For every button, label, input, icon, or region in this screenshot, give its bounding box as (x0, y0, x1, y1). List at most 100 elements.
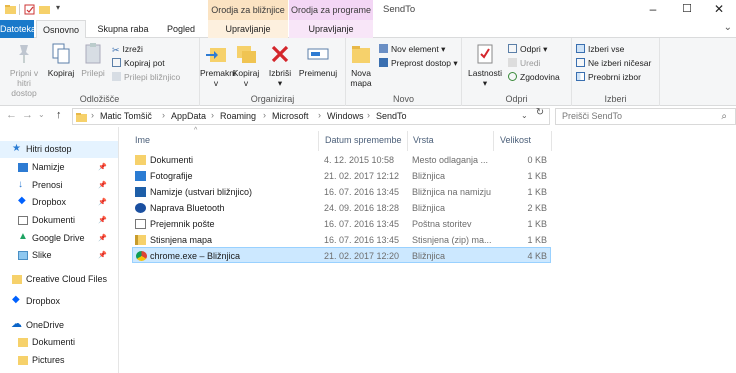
nav-item-onedrive-pictures[interactable]: Pictures (0, 352, 118, 369)
breadcrumb-chevron-icon[interactable]: › (91, 110, 94, 120)
tab-manage-app[interactable]: Upravljanje (289, 20, 373, 38)
column-header-name[interactable]: Ime (135, 135, 150, 145)
copy-button[interactable]: Kopiraj (46, 42, 76, 78)
history-label: Zgodovina (520, 72, 560, 82)
breadcrumb-chevron-icon[interactable]: › (162, 110, 165, 120)
delete-button[interactable]: Izbriši ▾ (264, 42, 296, 88)
table-row[interactable]: chrome.exe – Bližnjica 21. 02. 2017 12:2… (132, 247, 551, 263)
nav-item-documents[interactable]: Dokumenti 📌 (0, 212, 118, 229)
column-divider[interactable] (493, 131, 494, 151)
properties-icon[interactable] (24, 4, 35, 15)
nav-item-google-drive[interactable]: ▲ Google Drive 📌 (0, 230, 118, 247)
nav-item-onedrive[interactable]: ☁ OneDrive (0, 317, 118, 334)
column-header-type[interactable]: Vrsta (413, 135, 434, 145)
search-icon[interactable]: ⌕ (721, 111, 727, 122)
recent-locations-icon[interactable]: ⌄ (38, 110, 45, 119)
breadcrumb-chevron-icon[interactable]: › (318, 110, 321, 120)
invert-selection-button[interactable]: Preobrni izbor (576, 72, 641, 83)
maximize-button[interactable]: ☐ (670, 0, 704, 20)
breadcrumb-chevron-icon[interactable]: › (263, 110, 266, 120)
breadcrumb-sendto[interactable]: SendTo (376, 111, 407, 121)
tab-view[interactable]: Pogled (156, 20, 206, 38)
copy-path-button[interactable]: Kopiraj pot (112, 58, 165, 69)
address-bar[interactable]: › Matic Tomšič › AppData › Roaming › Mic… (72, 108, 550, 125)
column-divider[interactable] (318, 131, 319, 151)
select-all-button[interactable]: Izberi vse (576, 44, 624, 55)
nav-item-downloads[interactable]: ↓ Prenosi 📌 (0, 177, 118, 194)
table-row[interactable]: Namizje (ustvari bližnjico) 16. 07. 2016… (132, 184, 551, 200)
search-box[interactable]: Preišči SendTo ⌕ (555, 108, 736, 125)
new-item-button[interactable]: Nov element ▾ (379, 44, 445, 55)
pin-icon[interactable]: 📌 (98, 247, 107, 264)
select-all-icon (576, 44, 585, 53)
breadcrumb-chevron-icon[interactable]: › (367, 110, 370, 120)
breadcrumb-appdata[interactable]: AppData (171, 111, 206, 121)
file-size: 0 KB (527, 155, 547, 165)
column-divider[interactable] (551, 131, 552, 151)
forward-arrow-icon[interactable]: → (22, 109, 33, 121)
back-arrow-icon[interactable]: ← (6, 109, 17, 121)
nav-item-desktop[interactable]: Namizje 📌 (0, 159, 118, 176)
file-date: 24. 09. 2016 18:28 (324, 203, 400, 213)
open-button[interactable]: Odpri ▾ (508, 44, 547, 55)
address-dropdown-icon[interactable]: ⌄ (521, 111, 528, 120)
nav-item-creative-cloud[interactable]: Creative Cloud Files (0, 271, 118, 288)
nav-item-dropbox-pinned[interactable]: ◆ Dropbox 📌 (0, 194, 118, 211)
history-button[interactable]: Zgodovina (508, 72, 560, 83)
delete-dropdown-icon[interactable]: ▾ (278, 78, 282, 88)
tab-file[interactable]: Datoteka (0, 20, 36, 38)
pin-icon[interactable]: 📌 (98, 230, 107, 247)
table-row[interactable]: Dokumenti 4. 12. 2015 10:58 Mesto odlaga… (132, 152, 551, 168)
column-header-date[interactable]: Datum spremembe (325, 135, 402, 145)
move-to-button[interactable]: Premakni v (200, 42, 236, 88)
nav-item-dropbox[interactable]: ◆ Dropbox (0, 293, 118, 310)
nav-item-pictures[interactable]: Slike 📌 (0, 247, 118, 264)
context-tab-shortcut-tools[interactable]: Orodja za bližnjice (208, 0, 288, 20)
close-button[interactable]: ✕ (702, 0, 736, 20)
tab-manage-shortcut[interactable]: Upravljanje (208, 20, 288, 38)
breadcrumb-chevron-icon[interactable]: › (211, 110, 214, 120)
rename-button[interactable]: Preimenuj (296, 42, 340, 78)
open-label: Odpri (520, 44, 541, 54)
separator (19, 4, 20, 15)
breadcrumb-roaming[interactable]: Roaming (220, 111, 256, 121)
table-row[interactable]: Stisnjena mapa 16. 07. 2016 13:45 Stisnj… (132, 232, 551, 248)
table-row[interactable]: Fotografije 21. 02. 2017 12:12 Bližnjica… (132, 168, 551, 184)
paste-shortcut-button[interactable]: Prilepi bližnjico (112, 72, 180, 83)
pin-icon[interactable]: 📌 (98, 177, 107, 194)
tab-home[interactable]: Osnovno (36, 20, 86, 39)
collapse-ribbon-icon[interactable]: ⌄ (724, 22, 732, 33)
file-size: 1 KB (527, 219, 547, 229)
breadcrumb-user[interactable]: Matic Tomšič (100, 111, 152, 121)
table-row[interactable]: Naprava Bluetooth 24. 09. 2016 18:28 Bli… (132, 200, 551, 216)
pin-quick-access-button[interactable]: Pripni v hitri dostop (2, 42, 46, 98)
breadcrumb-windows[interactable]: Windows (327, 111, 364, 121)
context-tab-app-tools[interactable]: Orodja za programe (289, 0, 373, 20)
pin-icon[interactable]: 📌 (98, 194, 107, 211)
column-header-size[interactable]: Velikost (500, 135, 531, 145)
refresh-icon[interactable]: ↻ (533, 107, 547, 118)
pin-icon[interactable]: 📌 (98, 159, 107, 176)
column-divider[interactable] (407, 131, 408, 151)
nav-item-onedrive-documents[interactable]: Dokumenti (0, 334, 118, 351)
easy-access-button[interactable]: Preprost dostop ▾ (379, 58, 458, 69)
edit-button[interactable]: Uredi (508, 58, 540, 69)
properties-dropdown-icon[interactable]: ▾ (483, 78, 487, 88)
new-folder-button[interactable]: Nova mapa (346, 42, 376, 88)
pin-icon[interactable]: 📌 (98, 212, 107, 229)
nav-item-quick-access[interactable]: ★ Hitri dostop (0, 141, 118, 158)
search-input[interactable]: Preišči SendTo (562, 111, 622, 121)
copy-to-button[interactable]: Kopiraj v (230, 42, 262, 88)
tab-share[interactable]: Skupna raba (92, 20, 154, 38)
paste-button[interactable]: Prilepi (78, 42, 108, 78)
quick-access-dropdown-icon[interactable]: ▾ (56, 3, 60, 12)
file-size: 1 KB (527, 171, 547, 181)
up-arrow-icon[interactable]: ↑ (56, 109, 62, 121)
select-none-button[interactable]: Ne izberi ničesar (576, 58, 651, 69)
new-folder-icon[interactable] (39, 4, 50, 15)
minimize-button[interactable]: – (636, 0, 670, 20)
properties-button[interactable]: Lastnosti ▾ (466, 42, 504, 88)
cut-button[interactable]: ✂ Izreži (112, 44, 143, 55)
table-row[interactable]: Prejemnik pošte 16. 07. 2016 13:45 Poštn… (132, 216, 551, 232)
breadcrumb-microsoft[interactable]: Microsoft (272, 111, 309, 121)
